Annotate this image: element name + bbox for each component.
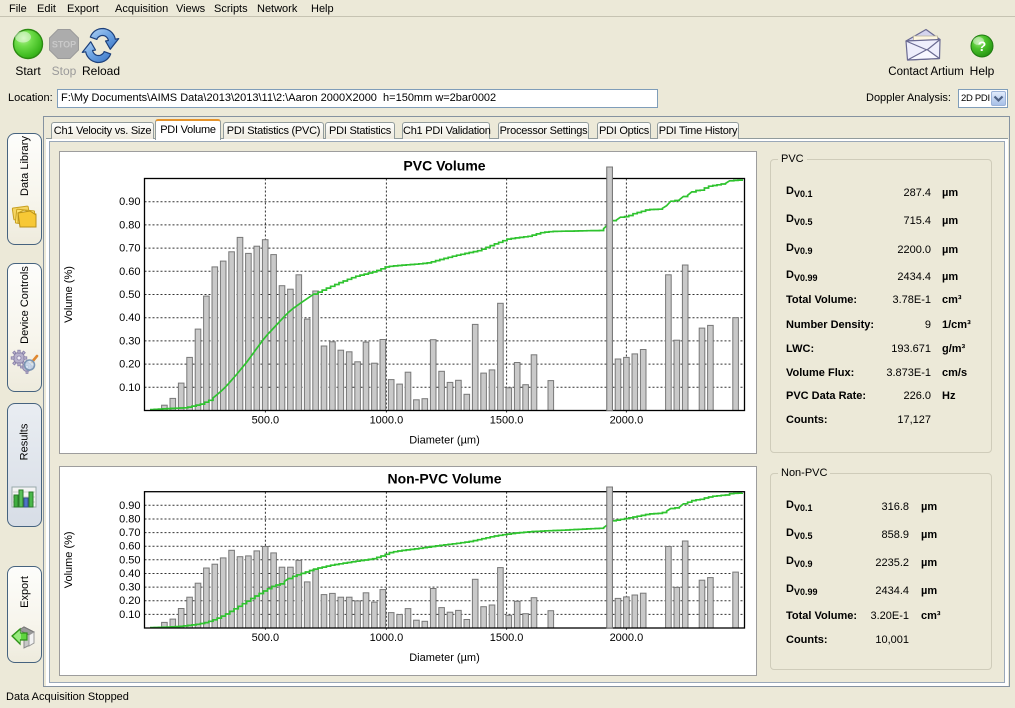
svg-text:0.70: 0.70 [119,243,140,255]
svg-text:0.90: 0.90 [119,196,140,208]
svg-text:1500.0: 1500.0 [490,632,524,644]
svg-text:0.30: 0.30 [119,335,140,347]
svg-text:Start: Start [15,64,41,78]
svg-text:0.10: 0.10 [119,609,140,621]
svg-text:Reload: Reload [82,64,120,78]
svg-text:0.20: 0.20 [119,359,140,371]
svg-text:Diameter (µm): Diameter (µm) [409,435,480,447]
svg-text:1000.0: 1000.0 [370,632,404,644]
svg-text:2000.0: 2000.0 [610,632,644,644]
svg-text:?: ? [978,38,987,54]
svg-text:0.70: 0.70 [119,527,140,539]
svg-text:Non-PVC Volume: Non-PVC Volume [387,471,501,487]
svg-text:Contact Artium: Contact Artium [888,66,963,78]
svg-text:0.80: 0.80 [119,219,140,231]
svg-text:500.0: 500.0 [252,415,280,427]
svg-text:0.30: 0.30 [119,582,140,594]
svg-text:1000.0: 1000.0 [370,415,404,427]
svg-text:500.0: 500.0 [252,632,280,644]
svg-text:Stop: Stop [52,64,77,78]
svg-text:0.50: 0.50 [119,554,140,566]
svg-text:1500.0: 1500.0 [490,415,524,427]
svg-text:2000.0: 2000.0 [610,415,644,427]
svg-text:Volume (%): Volume (%) [63,266,75,323]
svg-text:0.60: 0.60 [119,266,140,278]
svg-text:Diameter (µm): Diameter (µm) [409,652,480,664]
svg-text:0.40: 0.40 [119,312,140,324]
svg-text:0.80: 0.80 [119,514,140,526]
svg-text:0.10: 0.10 [119,382,140,394]
svg-text:0.50: 0.50 [119,289,140,301]
svg-text:PVC Volume: PVC Volume [403,158,485,174]
svg-text:Help: Help [970,64,995,78]
svg-text:0.40: 0.40 [119,568,140,580]
svg-text:0.90: 0.90 [119,500,140,512]
svg-text:0.20: 0.20 [119,595,140,607]
svg-text:STOP: STOP [52,40,76,50]
svg-text:Volume (%): Volume (%) [63,531,75,588]
svg-text:0.60: 0.60 [119,541,140,553]
